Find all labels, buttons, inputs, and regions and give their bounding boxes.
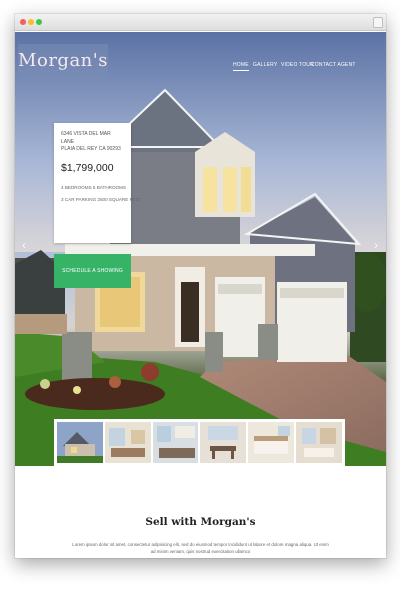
section-body: Lorem ipsum dolor sit amet, consectetur …: [72, 542, 329, 554]
listing-address-line2: Plaia Del Rey CA 90293: [61, 146, 121, 152]
thumbnail-living-room[interactable]: [104, 422, 151, 463]
brand-logo[interactable]: Morgan's: [18, 44, 108, 78]
listing-price: $1,799,000: [61, 161, 114, 174]
listing-parking-area: 3 Car Parking 2500 Square Feet: [61, 196, 142, 202]
thumbnail-dining-room[interactable]: [200, 422, 247, 463]
minimize-window-icon[interactable]: [28, 19, 34, 25]
chevron-left-icon[interactable]: ‹: [22, 238, 28, 252]
thumbnail-exterior[interactable]: [57, 422, 103, 463]
section-title: Sell with Morgan's: [145, 516, 256, 528]
listing-rooms: 4 Bedrooms 5 Bathrooms: [61, 184, 127, 190]
thumbnail-bathroom[interactable]: [296, 422, 342, 463]
thumbnail-kitchen[interactable]: [152, 422, 199, 463]
house-photo: [15, 32, 386, 466]
hero-banner: Morgan's Home Gallery Video Tour Contact…: [15, 32, 386, 466]
window-resize-icon[interactable]: [373, 17, 383, 28]
main-nav: Home Gallery Video Tour Contact Agent: [233, 62, 386, 74]
nav-item-gallery[interactable]: Gallery: [253, 62, 277, 68]
thumbnail-bedroom[interactable]: [248, 422, 295, 463]
browser-window: Morgan's Home Gallery Video Tour Contact…: [15, 14, 386, 558]
nav-item-home[interactable]: Home: [233, 62, 249, 71]
schedule-showing-button[interactable]: Schedule a Showing: [54, 254, 131, 288]
nav-item-video-tour[interactable]: Video Tour: [281, 62, 314, 68]
listing-card: 6346 Vista Del Mar Lane Plaia Del Rey CA…: [54, 123, 142, 243]
gallery-thumbnails: [54, 419, 345, 466]
maximize-window-icon[interactable]: [36, 19, 42, 25]
close-window-icon[interactable]: [20, 19, 26, 25]
window-titlebar: [15, 14, 386, 31]
listing-address-line1: 6346 Vista Del Mar Lane: [61, 131, 111, 145]
chevron-right-icon[interactable]: ›: [374, 238, 380, 252]
nav-item-contact-agent[interactable]: Contact Agent: [311, 62, 356, 68]
